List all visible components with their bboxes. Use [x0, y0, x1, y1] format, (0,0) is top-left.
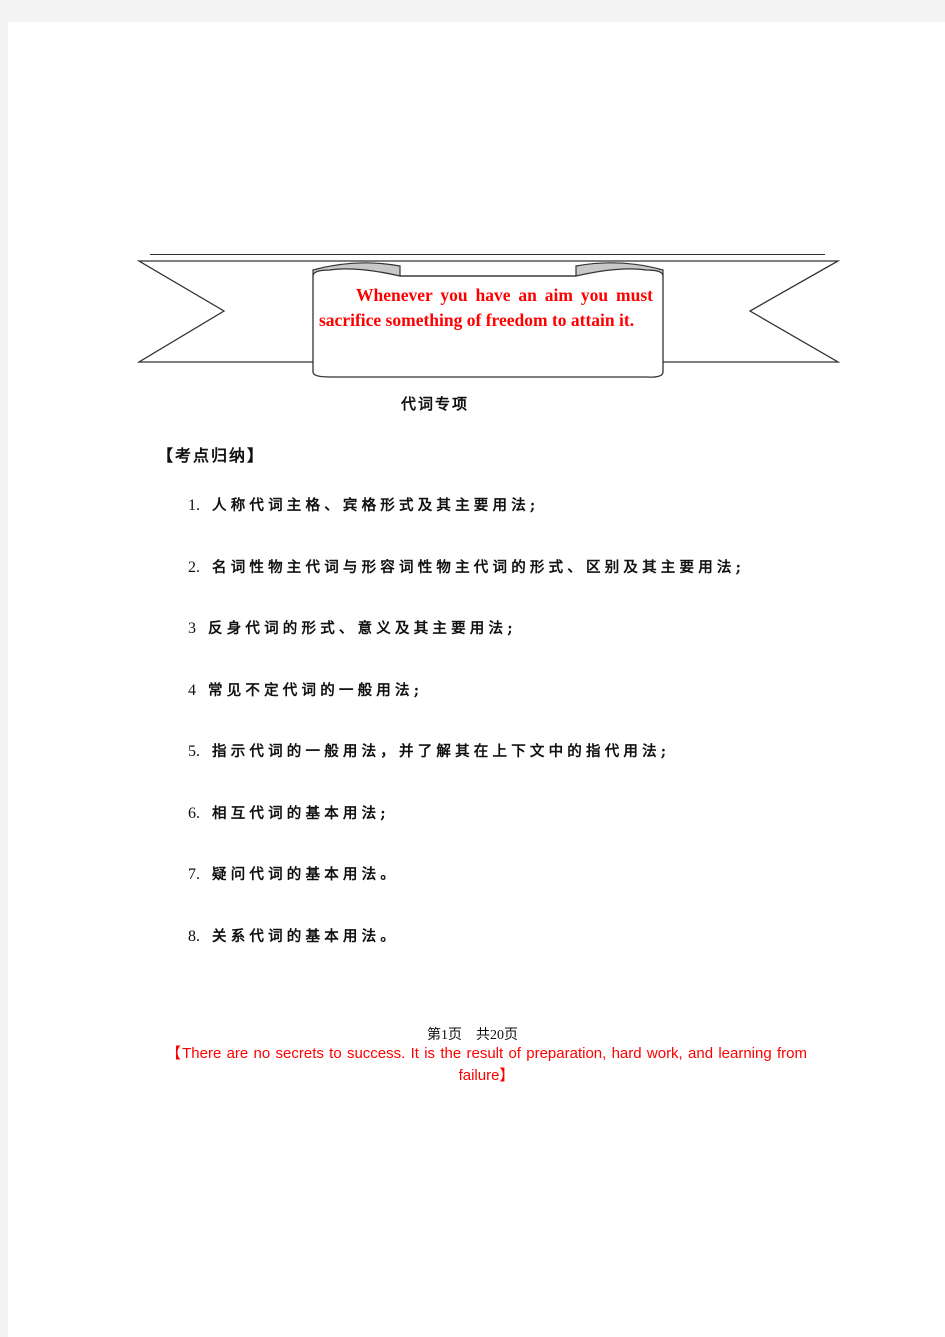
list-item-text: 人称代词主格、宾格形式及其主要用法; [212, 497, 540, 514]
list-item-number: 5. [188, 743, 200, 760]
banner-quote-text: Whenever you have an aim you must sacrif… [319, 285, 653, 330]
page-indicator: 第1页 共20页 [427, 1028, 518, 1043]
list-item: 1. 人称代词主格、宾格形式及其主要用法; [188, 494, 539, 515]
list-item-text: 关系代词的基本用法。 [212, 928, 399, 945]
list-item-number: 3 [188, 620, 196, 637]
list-item-text: 疑问代词的基本用法。 [212, 866, 399, 883]
list-item: 7. 疑问代词的基本用法。 [188, 863, 399, 884]
list-item-number: 6. [188, 805, 200, 822]
banner-quote: Whenever you have an aim you must sacrif… [319, 283, 653, 333]
section-heading: 【考点归纳】 [157, 446, 266, 465]
ribbon-banner-graphic [136, 260, 841, 378]
list-item-number: 2. [188, 559, 200, 576]
list-item-number: 7. [188, 866, 200, 883]
list-item: 2. 名词性物主代词与形容词性物主代词的形式、区别及其主要用法; [188, 556, 745, 577]
list-item-number: 1. [188, 497, 200, 514]
list-item-text: 名词性物主代词与形容词性物主代词的形式、区别及其主要用法; [212, 559, 746, 576]
list-item-text: 反身代词的形式、意义及其主要用法; [208, 620, 517, 637]
list-item-text: 相互代词的基本用法; [212, 805, 390, 822]
footer-quote: 【There are no secrets to success. It is … [166, 1045, 807, 1084]
list-item: 4 常见不定代词的一般用法; [188, 679, 423, 700]
list-item-number: 8. [188, 928, 200, 945]
list-item-text: 常见不定代词的一般用法; [208, 682, 424, 699]
list-item-text: 指示代词的一般用法，并了解其在上下文中的指代用法; [212, 743, 671, 760]
list-item: 3 反身代词的形式、意义及其主要用法; [188, 617, 517, 638]
list-item: 6. 相互代词的基本用法; [188, 802, 390, 823]
list-item: 8. 关系代词的基本用法。 [188, 925, 399, 946]
document-title: 代词专项 [400, 395, 469, 413]
list-item: 5. 指示代词的一般用法，并了解其在上下文中的指代用法; [188, 740, 670, 761]
list-item-number: 4 [188, 682, 196, 699]
